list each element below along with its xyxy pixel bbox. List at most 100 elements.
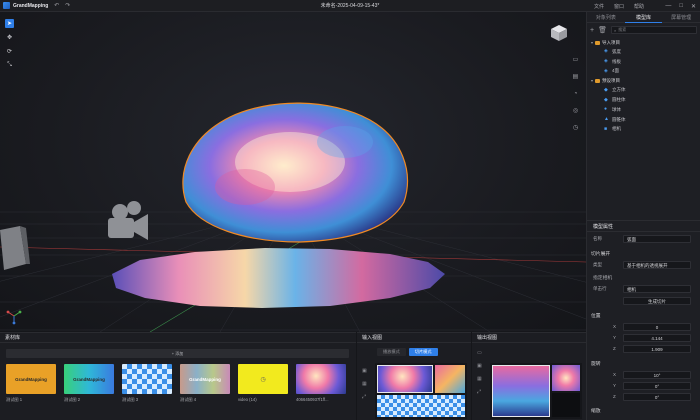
- camera-label: 单击行: [593, 286, 607, 291]
- input-preview[interactable]: [375, 363, 467, 419]
- asset-item[interactable]: ◷ video (14): [238, 364, 288, 403]
- fit-icon[interactable]: ⤢: [362, 395, 367, 400]
- tree-item[interactable]: ◆ 立方体: [587, 85, 700, 95]
- position-z-row: Z 1.909: [587, 344, 700, 354]
- generate-slice-button[interactable]: 生成切片: [623, 297, 691, 305]
- input-view-title: 输入视图: [357, 333, 471, 343]
- menu-window[interactable]: 窗口: [614, 3, 624, 10]
- slice-region[interactable]: [377, 365, 433, 393]
- tab-model-library[interactable]: 模型库: [624, 12, 663, 23]
- screen-icon[interactable]: ▭: [571, 55, 580, 64]
- asset-item[interactable]: GrandMapping 测试图 4: [180, 364, 230, 403]
- cube-object[interactable]: [0, 226, 30, 270]
- axis-x-label: X: [613, 324, 617, 329]
- fit-icon[interactable]: ⤢: [477, 390, 482, 395]
- crop-icon[interactable]: ▣: [362, 369, 367, 374]
- asset-item[interactable]: GrandMapping 测试图 1: [6, 364, 56, 403]
- grid-icon[interactable]: ▦: [362, 382, 367, 387]
- output-preview[interactable]: [490, 363, 582, 419]
- model-icon: ◈: [604, 48, 608, 55]
- history-icon[interactable]: ◷: [571, 123, 580, 132]
- tree-item[interactable]: ● 球体: [587, 105, 700, 115]
- select-tool-icon[interactable]: ➤: [5, 19, 14, 28]
- search-input[interactable]: ⌕ 搜索: [610, 26, 697, 34]
- tree-group-preset[interactable]: ▾ 预设项目: [587, 76, 700, 85]
- monitor-icon[interactable]: ▭: [477, 351, 482, 356]
- tree-item[interactable]: ◈ 线板: [587, 57, 700, 67]
- output-region[interactable]: [492, 365, 550, 417]
- asset-item[interactable]: GrandMapping 测试图 2: [64, 364, 114, 403]
- camera-select[interactable]: 相机: [623, 285, 691, 293]
- position-section-header[interactable]: 位置: [591, 312, 601, 319]
- properties-panel: 模型属性 名称 弧面 切片展开 类型 基于相机的透视展开 指定相机 单击行 相机 生成…: [587, 220, 700, 420]
- slice-section-header[interactable]: 切片展开: [591, 250, 610, 257]
- rotation-y-field[interactable]: 0°: [623, 382, 691, 390]
- output-region[interactable]: [552, 393, 580, 417]
- grid-icon[interactable]: ▦: [477, 377, 482, 382]
- tree-item[interactable]: ◈ 弧度: [587, 47, 700, 57]
- scale-section-header[interactable]: 缩放: [591, 407, 601, 414]
- tab-screen-manager[interactable]: 屏幕管理: [662, 13, 700, 21]
- axis-x-label: X: [613, 372, 617, 377]
- rotation-x-field[interactable]: 10°: [623, 371, 691, 379]
- scale-tool-icon[interactable]: ⤡: [5, 61, 14, 70]
- cylinder-icon: ◆: [604, 96, 608, 103]
- slice-mode-tab[interactable]: 切片模式: [408, 348, 438, 356]
- navigation-cube-icon[interactable]: [550, 24, 568, 42]
- play-mode-tab[interactable]: 播放模式: [377, 348, 406, 356]
- maximize-icon[interactable]: □: [679, 3, 683, 9]
- position-y-field[interactable]: 4.144: [623, 334, 691, 342]
- curved-screen-object[interactable]: [182, 102, 408, 243]
- position-z-field[interactable]: 1.909: [623, 345, 691, 353]
- viewport-right-tools: ▭ ▤ ◔ ◎ ◷: [571, 55, 580, 132]
- rotation-z-row: Z 0°: [587, 392, 700, 402]
- input-view-tools: ▣ ▦ ⤢: [362, 369, 367, 400]
- rotation-z-field[interactable]: 0°: [623, 393, 691, 401]
- scene: [0, 102, 586, 332]
- trash-icon[interactable]: 🗑: [598, 26, 607, 34]
- disc-object[interactable]: [112, 248, 445, 308]
- light-icon[interactable]: ◔: [571, 89, 580, 98]
- tree-item[interactable]: ◆ 圆柱体: [587, 95, 700, 105]
- target-icon[interactable]: ◎: [571, 106, 580, 115]
- rotation-x-row: X 10°: [587, 370, 700, 380]
- rotate-tool-icon[interactable]: ⟳: [5, 47, 14, 56]
- rotation-section-header[interactable]: 旋转: [591, 360, 601, 367]
- name-label: 名称: [593, 236, 602, 241]
- minimize-icon[interactable]: —: [665, 3, 671, 9]
- add-asset-button[interactable]: + 添加: [6, 349, 349, 358]
- move-tool-icon[interactable]: ✥: [5, 33, 14, 42]
- tree-item[interactable]: ■ 相机: [587, 125, 700, 135]
- menu-bar: 文件 窗口 帮助: [594, 0, 644, 12]
- input-view-panel: 输入视图 播放模式 切片模式 ▣ ▦ ⤢: [357, 332, 471, 420]
- tree-item-label: 圆锥体: [612, 116, 626, 122]
- tree-item-label: 相机: [612, 126, 621, 132]
- asset-item[interactable]: 测试图 3: [122, 364, 172, 403]
- type-row: 类型 基于相机的透视展开: [587, 260, 700, 270]
- type-select[interactable]: 基于相机的透视展开: [623, 261, 691, 269]
- slice-region[interactable]: [435, 365, 465, 393]
- name-field[interactable]: 弧面: [623, 235, 691, 243]
- camera-object[interactable]: [108, 201, 148, 240]
- asset-item[interactable]: 4066450937f1ff...: [296, 364, 346, 403]
- tree-item-label: 弧度: [612, 48, 621, 54]
- add-icon[interactable]: +: [590, 27, 594, 34]
- undo-icon[interactable]: ↶: [54, 3, 59, 9]
- crop-icon[interactable]: ▣: [477, 364, 482, 369]
- tree-item-label: 圆柱体: [612, 97, 626, 103]
- output-region[interactable]: [552, 365, 580, 391]
- tab-object-list[interactable]: 对象列表: [587, 13, 625, 21]
- asset-label: 测试图 2: [64, 397, 81, 402]
- position-x-field[interactable]: 0: [623, 323, 691, 331]
- close-icon[interactable]: ✕: [691, 3, 696, 10]
- axis-gizmo: [6, 310, 22, 325]
- 3d-viewport[interactable]: ➤ ✥ ⟳ ⤡ ▭ ▤ ◔ ◎ ◷: [0, 12, 586, 332]
- slice-region[interactable]: [377, 395, 465, 417]
- layers-icon[interactable]: ▤: [571, 72, 580, 81]
- redo-icon[interactable]: ↷: [65, 3, 70, 9]
- tree-item[interactable]: ◈ 4面: [587, 67, 700, 77]
- menu-file[interactable]: 文件: [594, 3, 604, 10]
- menu-help[interactable]: 帮助: [634, 3, 644, 10]
- tree-group-imported[interactable]: ▾ 导入项目: [587, 38, 700, 47]
- tree-item[interactable]: ▲ 圆锥体: [587, 115, 700, 125]
